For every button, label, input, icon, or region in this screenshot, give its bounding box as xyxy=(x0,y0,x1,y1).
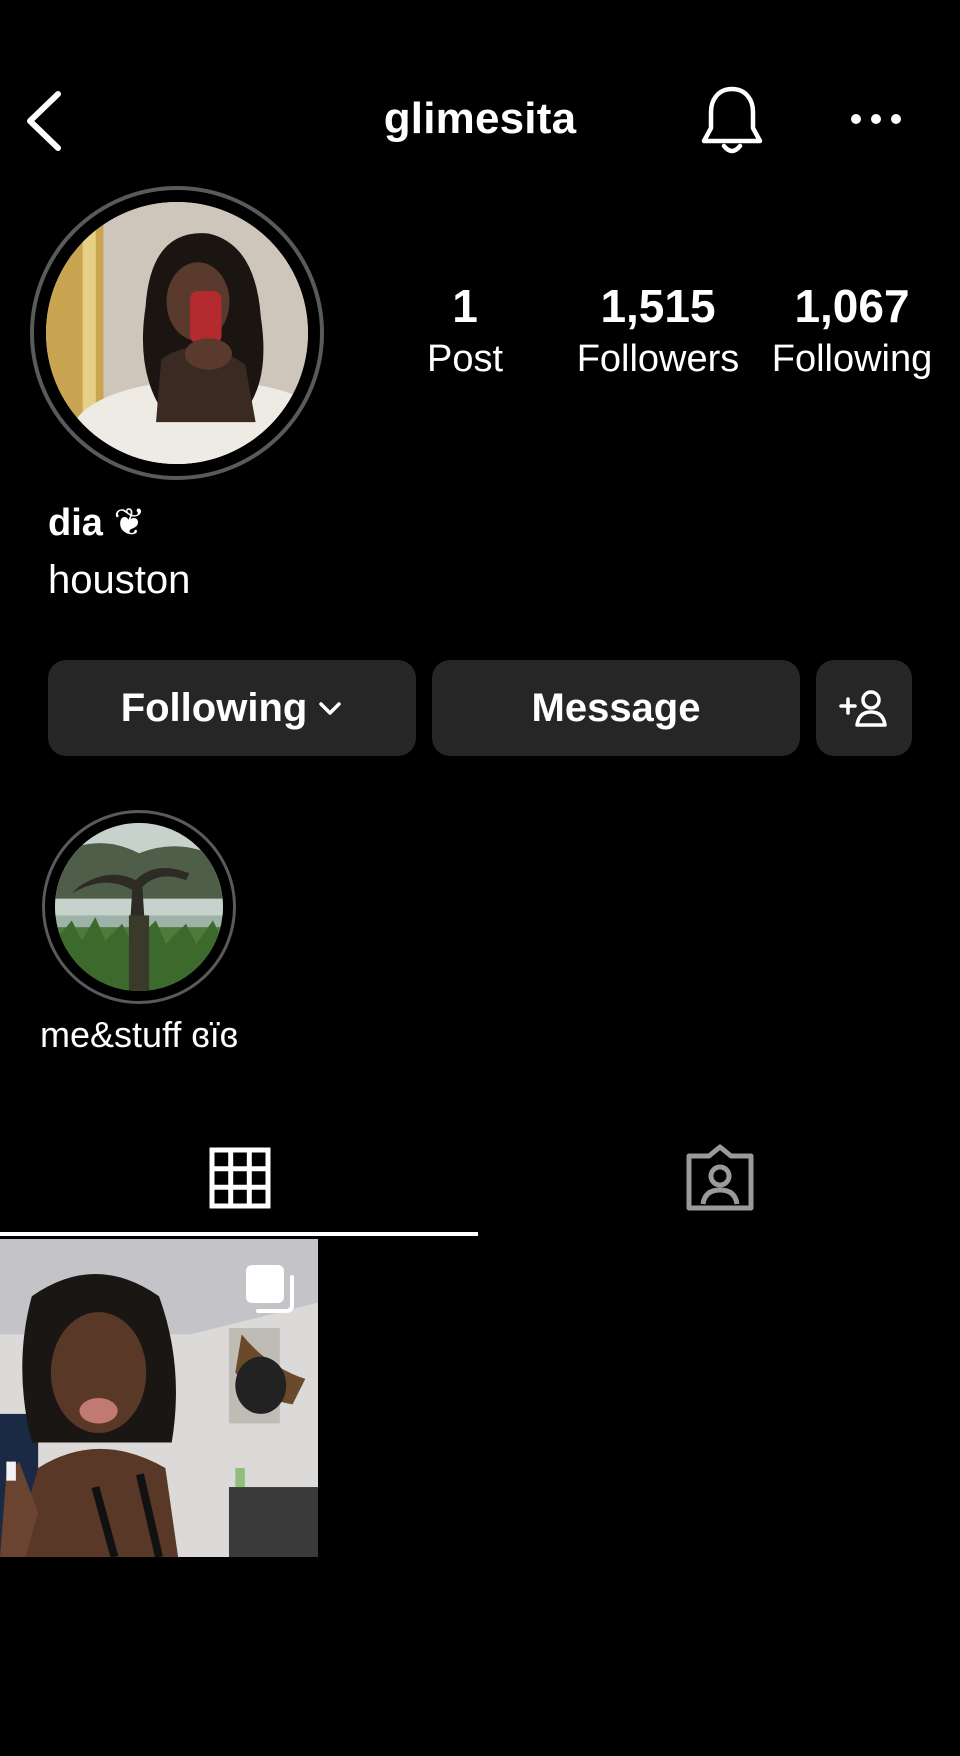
profile-avatar[interactable] xyxy=(30,186,324,480)
post-thumbnail[interactable] xyxy=(0,1239,318,1557)
tagged-person-icon xyxy=(686,1144,754,1211)
posts-count: 1 xyxy=(452,280,478,332)
story-highlight[interactable]: me&stuff ɞïɞ xyxy=(24,806,254,1056)
tab-posts-grid[interactable] xyxy=(0,1120,480,1236)
highlight-cover xyxy=(55,823,223,991)
stat-followers[interactable]: 1,515 Followers xyxy=(566,278,750,384)
display-name: dia ❦ xyxy=(48,502,146,544)
posts-label: Post xyxy=(426,338,504,380)
chevron-down-icon xyxy=(319,702,342,715)
active-tab-indicator xyxy=(0,1232,478,1236)
following-button-label: Following xyxy=(120,685,308,730)
grid-icon xyxy=(209,1147,271,1209)
stat-posts[interactable]: 1 Post xyxy=(405,278,525,384)
highlight-ring xyxy=(42,810,236,1004)
message-button[interactable]: Message xyxy=(432,660,800,756)
followers-label: Followers xyxy=(576,338,740,380)
stat-following[interactable]: 1,067 Following xyxy=(760,278,944,384)
avatar-photo xyxy=(46,202,308,464)
profile-page: glimesita 1 Post 1,515 Followers 1,067 F… xyxy=(0,0,960,1756)
profile-username: glimesita xyxy=(383,94,577,143)
following-button[interactable]: Following xyxy=(48,660,416,756)
more-options-button[interactable] xyxy=(848,104,904,134)
carousel-icon xyxy=(246,1265,294,1313)
add-person-icon xyxy=(839,690,887,727)
notifications-button[interactable] xyxy=(700,84,764,158)
ellipsis-icon xyxy=(851,114,901,124)
followers-count: 1,515 xyxy=(600,280,716,332)
highlight-label: me&stuff ɞïɞ xyxy=(40,1014,238,1055)
message-button-label: Message xyxy=(531,685,701,730)
add-user-button[interactable] xyxy=(816,660,912,756)
tab-tagged[interactable] xyxy=(480,1120,960,1236)
bell-icon xyxy=(701,86,763,154)
following-label: Following xyxy=(771,338,933,380)
following-count: 1,067 xyxy=(794,280,910,332)
bio-text: houston xyxy=(48,558,191,602)
